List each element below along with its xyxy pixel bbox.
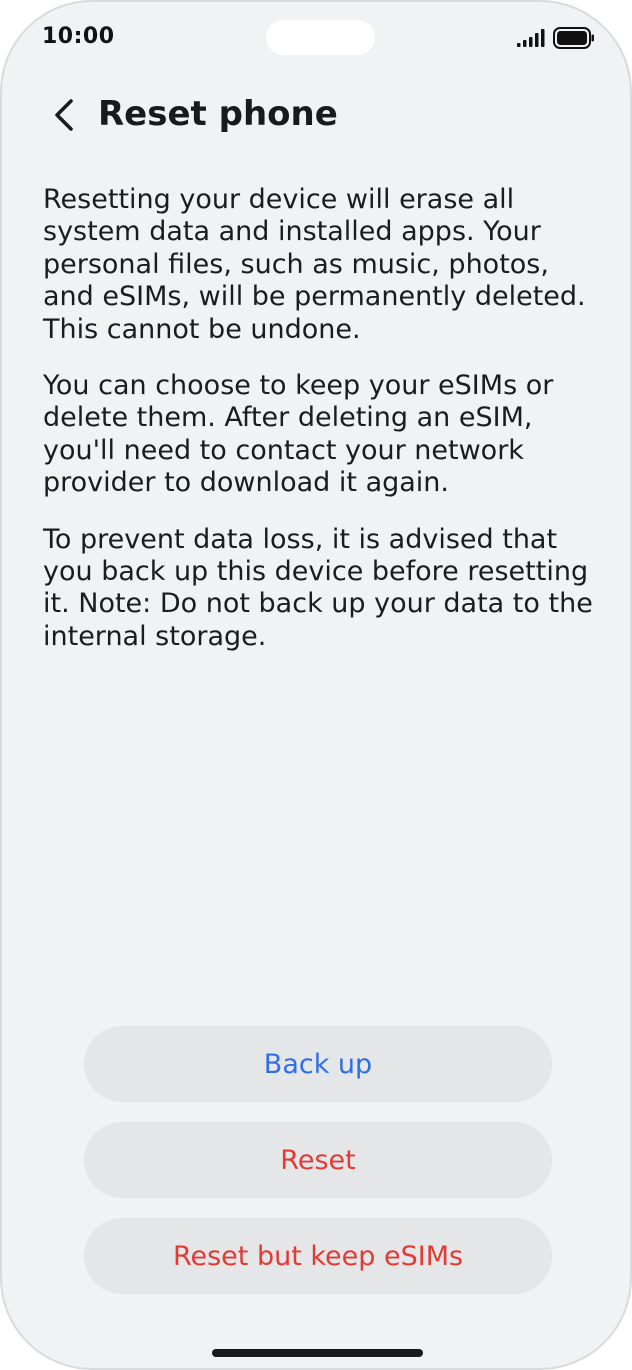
back-button[interactable] (38, 90, 88, 140)
page-title: Reset phone (98, 94, 338, 134)
cellular-signal-icon (517, 29, 545, 47)
description: Resetting your device will erase all sys… (43, 184, 598, 677)
description-paragraph: You can choose to keep your eSIMs or del… (43, 370, 554, 499)
description-paragraph: Resetting your device will erase all sys… (43, 184, 586, 345)
status-time: 10:00 (42, 24, 115, 49)
description-paragraph: To prevent data loss, it is advised that… (43, 523, 593, 652)
home-indicator[interactable] (212, 1349, 423, 1357)
reset-button[interactable]: Reset (84, 1122, 552, 1198)
reset-keep-esims-button[interactable]: Reset but keep eSIMs (84, 1218, 552, 1294)
battery-full-icon (553, 27, 594, 49)
camera-pill (266, 20, 375, 55)
chevron-left-icon (55, 99, 73, 131)
phone-screen: 10:00 Reset phone Resetting your device … (0, 0, 632, 1370)
back-up-button[interactable]: Back up (84, 1026, 552, 1102)
